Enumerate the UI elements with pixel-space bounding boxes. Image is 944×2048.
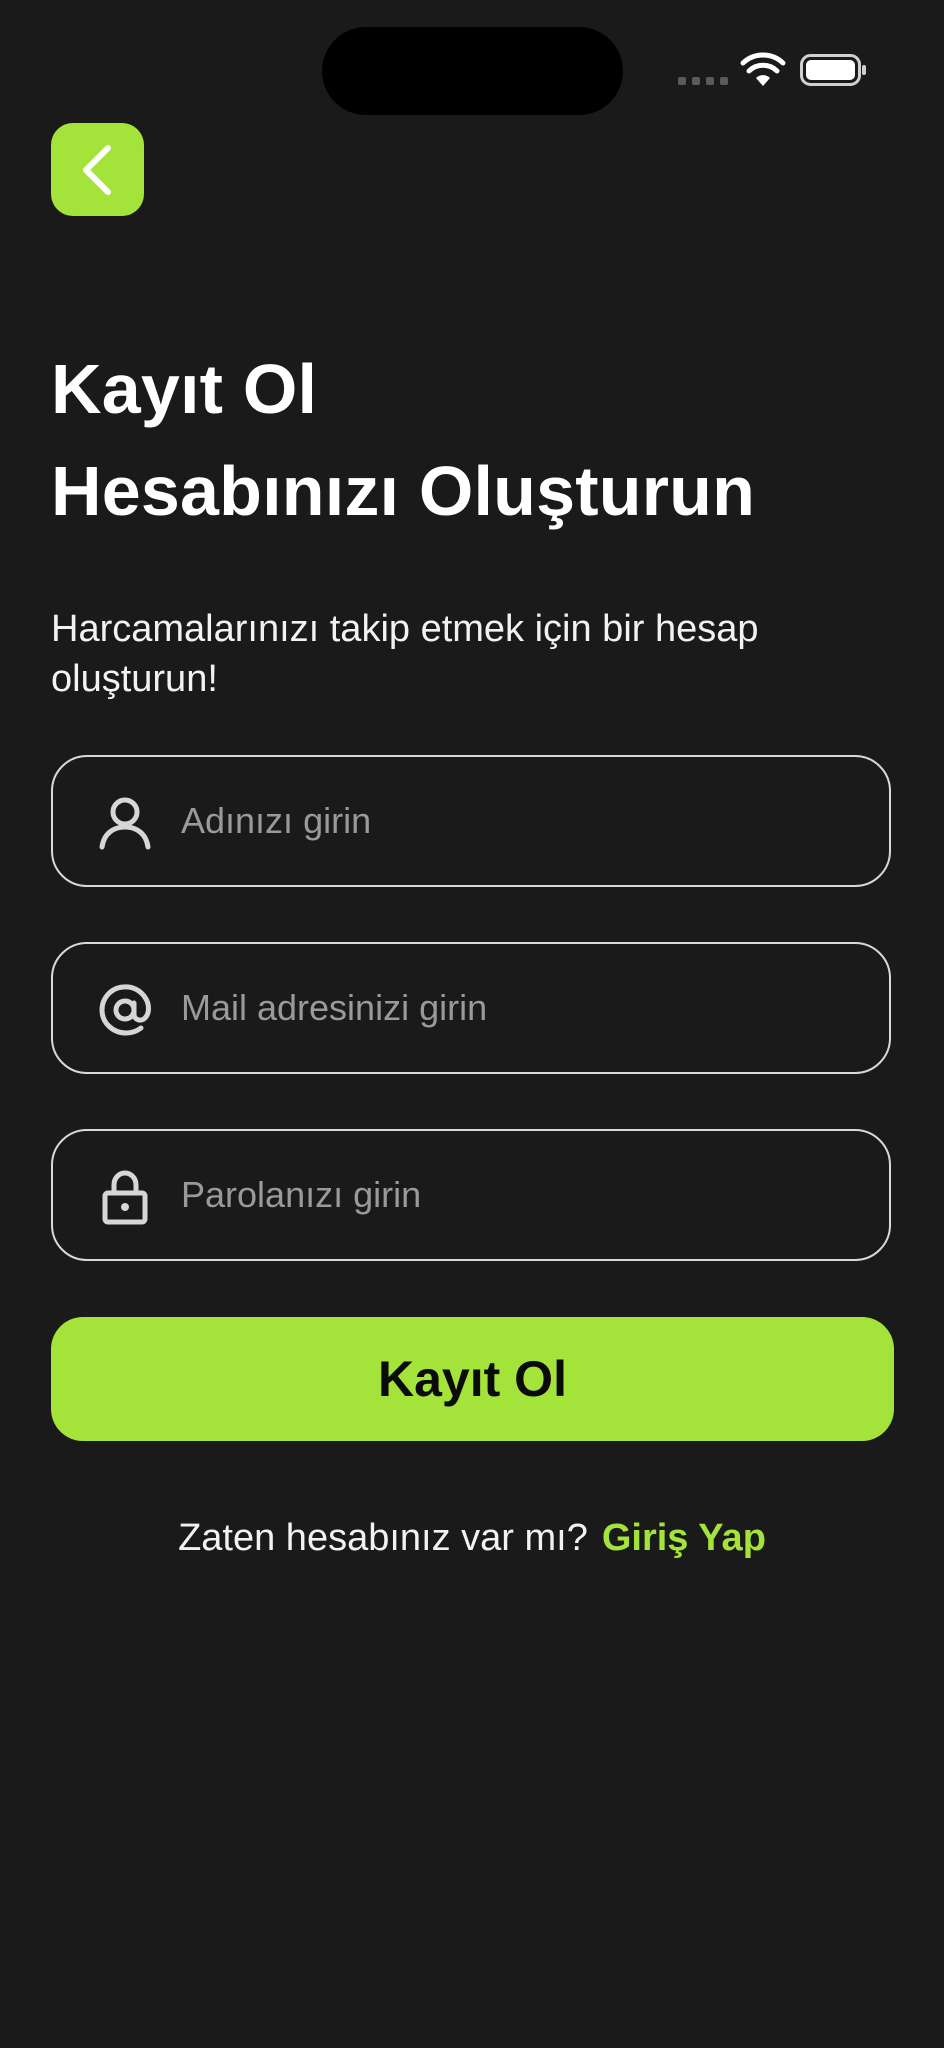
page-title: Kayıt Ol Hesabınızı Oluşturun [51, 338, 755, 542]
login-link[interactable]: Giriş Yap [602, 1517, 766, 1559]
title-line-2: Hesabınızı Oluşturun [51, 452, 756, 530]
password-field[interactable] [51, 1129, 891, 1261]
name-field[interactable] [51, 755, 891, 887]
password-input[interactable] [181, 1131, 861, 1259]
login-prompt: Zaten hesabınız var mı? Giriş Yap [0, 1512, 944, 1564]
email-field[interactable] [51, 942, 891, 1074]
at-sign-icon [99, 984, 151, 1036]
title-line-1: Kayıt Ol [51, 350, 318, 428]
name-input[interactable] [181, 757, 861, 885]
chevron-left-icon [82, 144, 111, 195]
email-input[interactable] [181, 944, 861, 1072]
wifi-icon [740, 52, 786, 86]
back-button[interactable] [51, 123, 144, 216]
signal-icon [678, 77, 728, 85]
register-screen: Kayıt Ol Hesabınızı Oluşturun Harcamalar… [0, 0, 944, 2048]
user-icon [99, 797, 151, 850]
battery-icon [800, 54, 866, 86]
dynamic-island [322, 27, 623, 115]
register-button[interactable]: Kayıt Ol [51, 1317, 894, 1441]
login-question: Zaten hesabınız var mı? [178, 1517, 588, 1559]
lock-icon [102, 1170, 148, 1225]
page-subtitle: Harcamalarınızı takip etmek için bir hes… [51, 608, 759, 700]
